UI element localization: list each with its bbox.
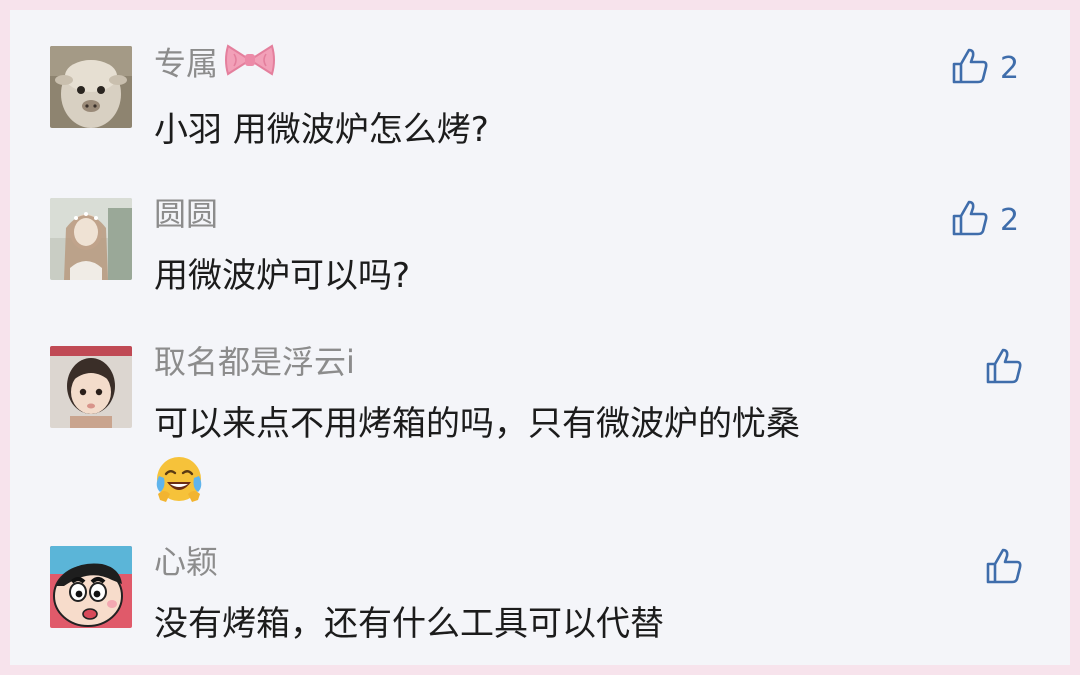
thumbs-up-icon bbox=[984, 346, 1024, 390]
bow-icon bbox=[224, 40, 276, 91]
username-text: 专属 bbox=[154, 44, 219, 83]
laughing-crying-emoji bbox=[154, 454, 204, 519]
comment-text: 可以来点不用烤箱的吗，只有微波炉的忧桑 bbox=[154, 398, 1004, 519]
like-button[interactable]: 2 bbox=[950, 46, 1019, 90]
like-button[interactable] bbox=[984, 546, 1034, 590]
like-button[interactable] bbox=[984, 346, 1034, 390]
comment-text-content: 可以来点不用烤箱的吗，只有微波炉的忧桑 bbox=[154, 404, 800, 444]
username[interactable]: 专属 bbox=[154, 40, 276, 91]
sheep-avatar[interactable] bbox=[50, 46, 132, 128]
child-avatar[interactable] bbox=[50, 346, 132, 428]
comment-text: 小羽 用微波炉怎么烤? bbox=[154, 110, 489, 150]
like-count: 2 bbox=[1000, 50, 1020, 86]
comment-list: 专属 小羽 用微波炉怎么烤? 2 圆圆 用微波炉可以吗? 2 取名都是浮云i 可… bbox=[10, 10, 1070, 665]
like-button[interactable]: 2 bbox=[950, 198, 1019, 242]
like-count: 2 bbox=[1000, 202, 1020, 238]
comment-text: 用微波炉可以吗? bbox=[154, 256, 411, 296]
comment-text: 没有烤箱，还有什么工具可以代替 bbox=[154, 604, 664, 644]
username[interactable]: 取名都是浮云i bbox=[154, 340, 355, 384]
cartoon-avatar[interactable] bbox=[50, 546, 132, 628]
thumbs-up-icon bbox=[950, 46, 990, 90]
thumbs-up-icon bbox=[984, 546, 1024, 590]
girl-avatar[interactable] bbox=[50, 198, 132, 280]
username[interactable]: 心颖 bbox=[154, 540, 218, 584]
username[interactable]: 圆圆 bbox=[154, 192, 218, 236]
thumbs-up-icon bbox=[950, 198, 990, 242]
